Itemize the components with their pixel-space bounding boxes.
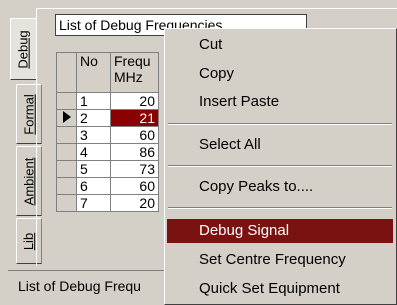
row-indicator-header	[56, 52, 77, 93]
frequency-grid: No Frequ MHz 1 20 2 21 3 60 4 86 5 73 6 …	[56, 52, 159, 212]
menu-item-debug-signal[interactable]: Debug Signal	[167, 219, 393, 243]
menu-item-insert-paste[interactable]: Insert Paste	[167, 90, 393, 114]
row-frequency[interactable]: 20	[110, 92, 159, 110]
row-number[interactable]: 6	[76, 177, 111, 195]
table-row[interactable]: 7 20	[56, 194, 159, 212]
row-indicator	[56, 126, 77, 144]
row-frequency[interactable]: 60	[110, 177, 159, 195]
status-text: List of Debug Frequ	[8, 270, 168, 300]
row-indicator	[56, 177, 77, 195]
row-frequency[interactable]: 73	[110, 160, 159, 178]
column-header-frequency[interactable]: Frequ MHz	[110, 52, 159, 93]
table-row[interactable]: 4 86	[56, 143, 159, 161]
row-number[interactable]: 1	[76, 92, 111, 110]
menu-item-select-all[interactable]: Select All	[167, 133, 393, 157]
table-row[interactable]: 3 60	[56, 126, 159, 144]
tab-formal-label: Formal	[21, 93, 37, 135]
row-number[interactable]: 3	[76, 126, 111, 144]
menu-separator	[168, 207, 392, 209]
menu-separator	[168, 123, 392, 125]
row-indicator	[56, 92, 77, 110]
menu-item-copy[interactable]: Copy	[167, 62, 393, 86]
table-row[interactable]: 2 21	[56, 109, 159, 127]
tab-debug[interactable]: Debug	[10, 18, 36, 80]
row-number[interactable]: 2	[76, 109, 111, 127]
table-row[interactable]: 6 60	[56, 177, 159, 195]
tab-ambient-label: Ambient	[21, 157, 37, 205]
column-header-no[interactable]: No	[76, 52, 111, 93]
menu-item-copy-peaks[interactable]: Copy Peaks to....	[167, 175, 393, 199]
row-number[interactable]: 7	[76, 194, 111, 212]
table-row[interactable]: 5 73	[56, 160, 159, 178]
context-menu: Cut Copy Insert Paste Select All Copy Pe…	[164, 28, 397, 305]
row-frequency[interactable]: 60	[110, 126, 159, 144]
tab-debug-label: Debug	[16, 29, 31, 69]
row-frequency[interactable]: 20	[110, 194, 159, 212]
table-row[interactable]: 1 20	[56, 92, 159, 110]
row-indicator	[56, 143, 77, 161]
tab-lib-label: Lib	[21, 232, 37, 250]
row-indicator	[56, 194, 77, 212]
row-number[interactable]: 4	[76, 143, 111, 161]
row-number[interactable]: 5	[76, 160, 111, 178]
menu-item-cut[interactable]: Cut	[167, 33, 393, 57]
menu-item-quick-set-equipment[interactable]: Quick Set Equipment	[167, 277, 393, 301]
current-row-arrow-icon	[56, 109, 77, 127]
row-frequency[interactable]: 86	[110, 143, 159, 161]
row-indicator	[56, 160, 77, 178]
menu-item-set-centre-frequency[interactable]: Set Centre Frequency	[167, 248, 393, 272]
row-frequency-selected[interactable]: 21	[110, 109, 159, 127]
menu-separator	[168, 165, 392, 167]
